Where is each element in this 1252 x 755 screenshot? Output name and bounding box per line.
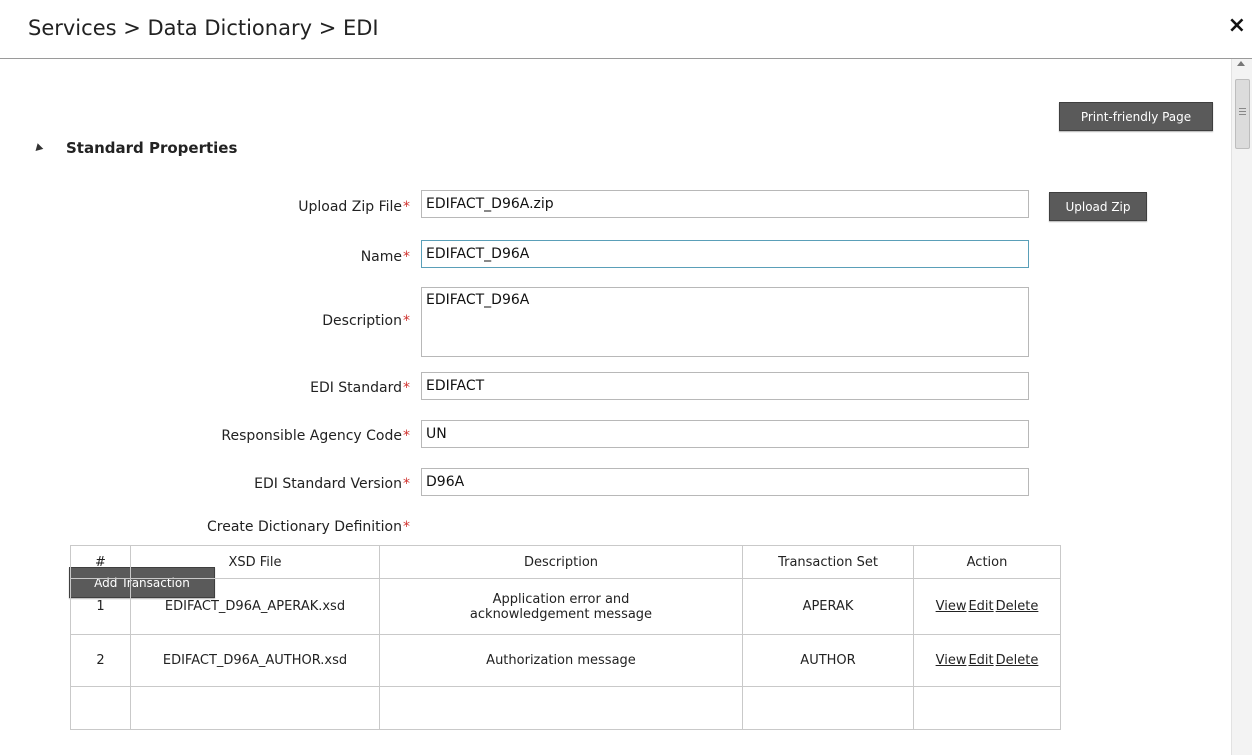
title-bar: Services > Data Dictionary > EDI × bbox=[0, 0, 1252, 59]
name-label: Name* bbox=[360, 249, 410, 265]
table-row: 2 EDIFACT_D96A_AUTHOR.xsd Authorization … bbox=[70, 634, 1061, 687]
scroll-up-arrow-icon[interactable] bbox=[1237, 61, 1245, 66]
column-header-xsd-file: XSD File bbox=[130, 545, 380, 579]
row-description bbox=[379, 686, 743, 730]
description-textarea[interactable]: EDIFACT_D96A bbox=[421, 287, 1029, 357]
row-number: 2 bbox=[70, 634, 131, 687]
row-actions: View Edit Delete bbox=[913, 634, 1061, 687]
edi-standard-field[interactable]: EDIFACT bbox=[421, 372, 1029, 400]
row-actions bbox=[913, 686, 1061, 730]
row-transaction-set: APERAK bbox=[742, 578, 914, 635]
row-number: 1 bbox=[70, 578, 131, 635]
column-header-description: Description bbox=[379, 545, 743, 579]
name-field[interactable]: EDIFACT_D96A bbox=[421, 240, 1029, 268]
row-xsd-file: EDIFACT_D96A_APERAK.xsd bbox=[130, 578, 380, 635]
create-definition-label: Create Dictionary Definition* bbox=[206, 519, 410, 535]
column-header-number: # bbox=[70, 545, 131, 579]
row-transaction-set: AUTHOR bbox=[742, 634, 914, 687]
section-header[interactable]: Standard Properties bbox=[32, 139, 238, 157]
row-transaction-set bbox=[742, 686, 914, 730]
agency-code-field[interactable]: UN bbox=[421, 420, 1029, 448]
delete-link[interactable]: Delete bbox=[996, 653, 1039, 668]
row-description-line: acknowledgement message bbox=[469, 606, 653, 622]
vertical-scrollbar[interactable] bbox=[1231, 59, 1252, 755]
edit-link[interactable]: Edit bbox=[968, 599, 993, 614]
row-description: Application error and acknowledgement me… bbox=[379, 578, 743, 635]
upload-zip-button[interactable]: Upload Zip bbox=[1049, 192, 1147, 221]
row-description-line: Application error and bbox=[492, 591, 630, 607]
section-title: Standard Properties bbox=[66, 139, 238, 157]
grip-icon bbox=[1239, 108, 1246, 109]
edi-standard-label: EDI Standard* bbox=[310, 380, 410, 396]
upload-zip-label: Upload Zip File* bbox=[298, 199, 410, 215]
column-header-action: Action bbox=[913, 545, 1061, 579]
transaction-table: # XSD File Description Transaction Set A… bbox=[70, 545, 1061, 730]
row-description: Authorization message bbox=[379, 634, 743, 687]
view-link[interactable]: View bbox=[936, 599, 967, 614]
column-header-transaction-set: Transaction Set bbox=[742, 545, 914, 579]
row-xsd-file bbox=[130, 686, 380, 730]
agency-code-label: Responsible Agency Code* bbox=[221, 428, 410, 444]
print-friendly-button[interactable]: Print-friendly Page bbox=[1059, 102, 1213, 131]
view-link[interactable]: View bbox=[936, 653, 967, 668]
standard-version-field[interactable]: D96A bbox=[421, 468, 1029, 496]
table-header-row: # XSD File Description Transaction Set A… bbox=[70, 545, 1061, 579]
table-row bbox=[70, 686, 1061, 730]
breadcrumb: Services > Data Dictionary > EDI bbox=[28, 16, 379, 40]
scrollbar-thumb[interactable] bbox=[1235, 79, 1250, 149]
close-icon[interactable]: × bbox=[1228, 14, 1246, 38]
standard-version-label: EDI Standard Version* bbox=[254, 476, 410, 492]
row-number bbox=[70, 686, 131, 730]
description-label: Description* bbox=[322, 313, 410, 329]
upload-zip-field[interactable]: EDIFACT_D96A.zip bbox=[421, 190, 1029, 218]
row-xsd-file: EDIFACT_D96A_AUTHOR.xsd bbox=[130, 634, 380, 687]
delete-link[interactable]: Delete bbox=[996, 599, 1039, 614]
row-actions: View Edit Delete bbox=[913, 578, 1061, 635]
edit-link[interactable]: Edit bbox=[968, 653, 993, 668]
table-row: 1 EDIFACT_D96A_APERAK.xsd Application er… bbox=[70, 578, 1061, 635]
collapse-triangle-icon[interactable] bbox=[32, 142, 44, 154]
